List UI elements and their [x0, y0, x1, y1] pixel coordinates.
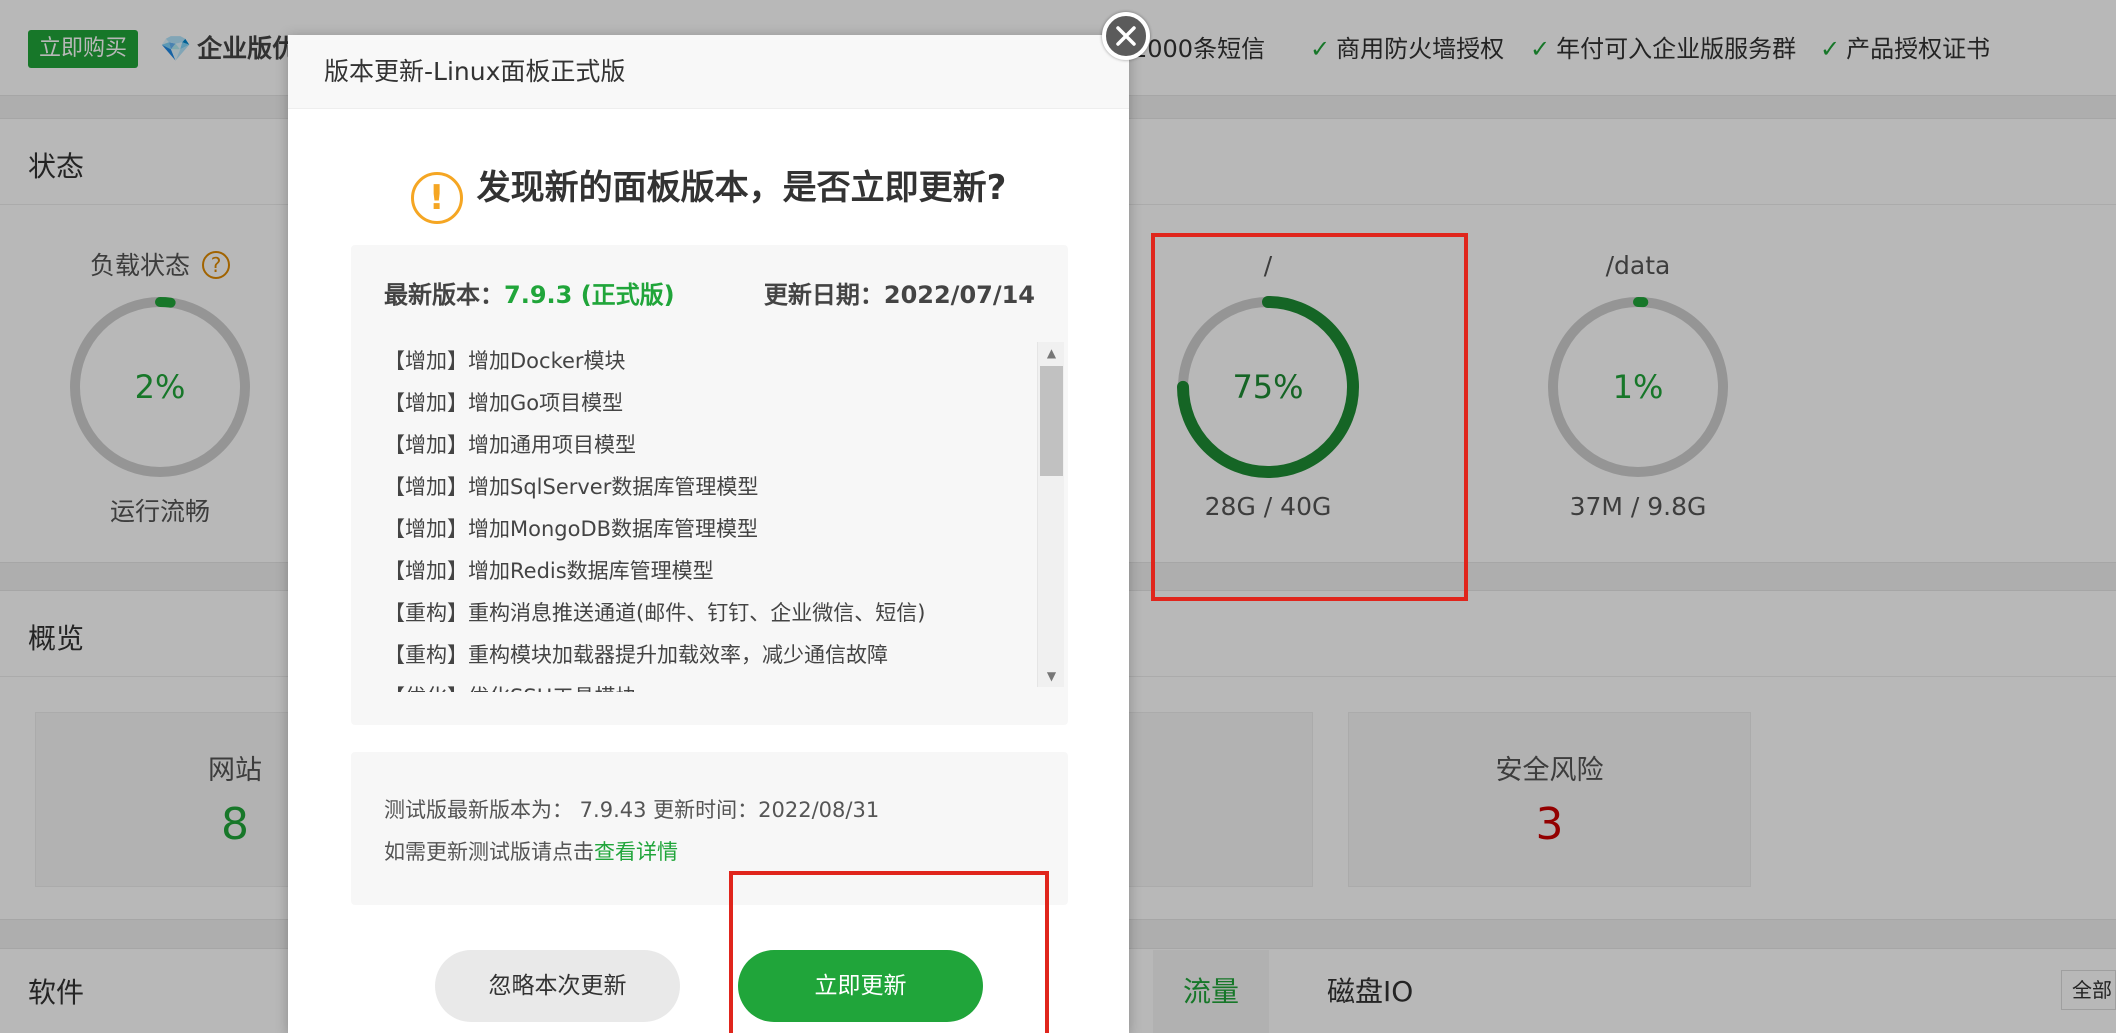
release-date-value: 2022/07/14 [883, 281, 1035, 309]
close-dialog-button[interactable] [1102, 12, 1150, 60]
list-item: 【重构】重构模块加载器提升加载效率，减少通信故障 [384, 643, 888, 667]
list-item: 【增加】增加通用项目模型 [384, 433, 636, 457]
beta-details-link[interactable]: 查看详情 [594, 840, 678, 864]
scroll-down-icon[interactable]: ▼ [1038, 667, 1065, 685]
changelog-scrollbar[interactable]: ▲ ▼ [1037, 342, 1064, 687]
scroll-thumb[interactable] [1040, 366, 1063, 476]
release-date-label: 更新日期： [763, 281, 884, 309]
dialog-title: 版本更新-Linux面板正式版 [288, 35, 1129, 109]
list-item: 【重构】重构消息推送通道(邮件、钉钉、企业微信、短信) [384, 601, 926, 625]
list-item: 【增加】增加MongoDB数据库管理模型 [384, 517, 759, 541]
latest-version-label: 最新版本： [384, 281, 504, 309]
list-item: 【增加】增加Redis数据库管理模型 [384, 559, 714, 583]
highlight-box-disk [1151, 233, 1468, 601]
update-question: ! 发现新的面板版本，是否立即更新? [288, 160, 1129, 224]
list-item: 【优化】优化SSH工具模块 [384, 676, 1014, 692]
update-question-text: 发现新的面板版本，是否立即更新? [476, 168, 1007, 208]
list-item: 【增加】增加SqlServer数据库管理模型 [384, 475, 759, 499]
release-date: 更新日期：2022/07/14 [764, 275, 1035, 310]
latest-version-value: 7.9.3 (正式版) [504, 281, 675, 309]
latest-version: 最新版本：7.9.3 (正式版) [384, 275, 675, 310]
list-item: 【增加】增加Docker模块 [384, 349, 626, 373]
release-notes-box: 最新版本：7.9.3 (正式版) 更新日期：2022/07/14 【增加】增加D… [351, 245, 1068, 725]
warning-icon: ! [410, 172, 463, 224]
changelog-list[interactable]: 【增加】增加Docker模块 【增加】增加Go项目模型 【增加】增加通用项目模型… [384, 340, 1014, 692]
beta-prompt-text: 如需更新测试版请点击 [384, 840, 594, 864]
list-item: 【增加】增加Go项目模型 [384, 391, 624, 415]
beta-version-text: 测试版最新版本为： 7.9.43 更新时间：2022/08/31 [384, 798, 880, 822]
close-icon [1116, 26, 1136, 46]
scroll-up-icon[interactable]: ▲ [1038, 344, 1065, 362]
beta-prompt: 如需更新测试版请点击查看详情 [384, 836, 678, 866]
ignore-update-button[interactable]: 忽略本次更新 [435, 950, 680, 1022]
highlight-box-update [729, 871, 1049, 1033]
